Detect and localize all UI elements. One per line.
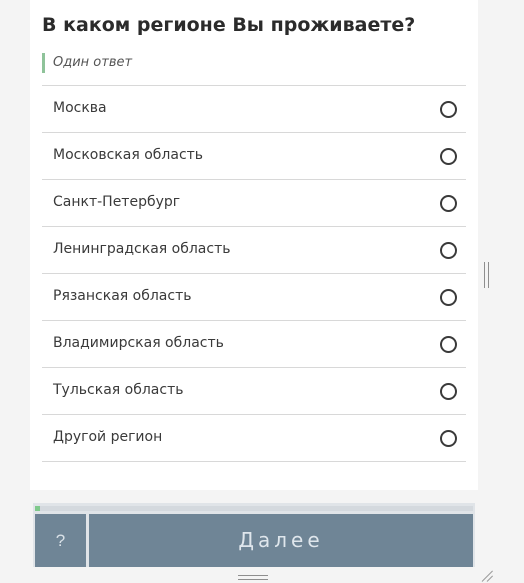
progress-fill — [35, 506, 41, 511]
radio-button[interactable] — [440, 101, 457, 118]
survey-footer: ? Далее — [33, 503, 475, 567]
horizontal-resize-handle[interactable] — [238, 575, 268, 581]
question-title: В каком регионе Вы проживаете? — [42, 14, 416, 36]
vertical-resize-handle[interactable] — [484, 262, 490, 288]
option-other-region[interactable]: Другой регион — [42, 415, 466, 462]
option-tula-region[interactable]: Тульская область — [42, 368, 466, 415]
answer-type-hint: Один ответ — [42, 53, 132, 73]
option-label: Владимирская область — [53, 335, 224, 351]
option-moscow[interactable]: Москва — [42, 86, 466, 133]
option-label: Санкт-Петербург — [53, 194, 181, 210]
help-button[interactable]: ? — [35, 514, 86, 567]
option-label: Ленинградская область — [53, 241, 231, 257]
option-moscow-region[interactable]: Московская область — [42, 133, 466, 180]
option-label: Другой регион — [53, 429, 163, 445]
resize-grip-icon[interactable] — [480, 568, 494, 582]
option-ryazan-region[interactable]: Рязанская область — [42, 274, 466, 321]
option-saint-petersburg[interactable]: Санкт-Петербург — [42, 180, 466, 227]
radio-button[interactable] — [440, 383, 457, 400]
progress-bar — [35, 506, 473, 511]
option-vladimir-region[interactable]: Владимирская область — [42, 321, 466, 368]
option-label: Рязанская область — [53, 288, 192, 304]
option-label: Тульская область — [53, 382, 184, 398]
option-label: Москва — [53, 100, 107, 116]
radio-button[interactable] — [440, 336, 457, 353]
question-card: В каком регионе Вы проживаете? Один отве… — [30, 0, 478, 490]
option-label: Московская область — [53, 147, 204, 163]
radio-button[interactable] — [440, 430, 457, 447]
survey-viewport: В каком регионе Вы проживаете? Один отве… — [0, 0, 524, 583]
radio-button[interactable] — [440, 148, 457, 165]
answer-options-list: Москва Московская область Санкт-Петербур… — [42, 85, 466, 462]
radio-button[interactable] — [440, 289, 457, 306]
radio-button[interactable] — [440, 242, 457, 259]
radio-button[interactable] — [440, 195, 457, 212]
next-button[interactable]: Далее — [89, 514, 473, 567]
option-leningrad-region[interactable]: Ленинградская область — [42, 227, 466, 274]
